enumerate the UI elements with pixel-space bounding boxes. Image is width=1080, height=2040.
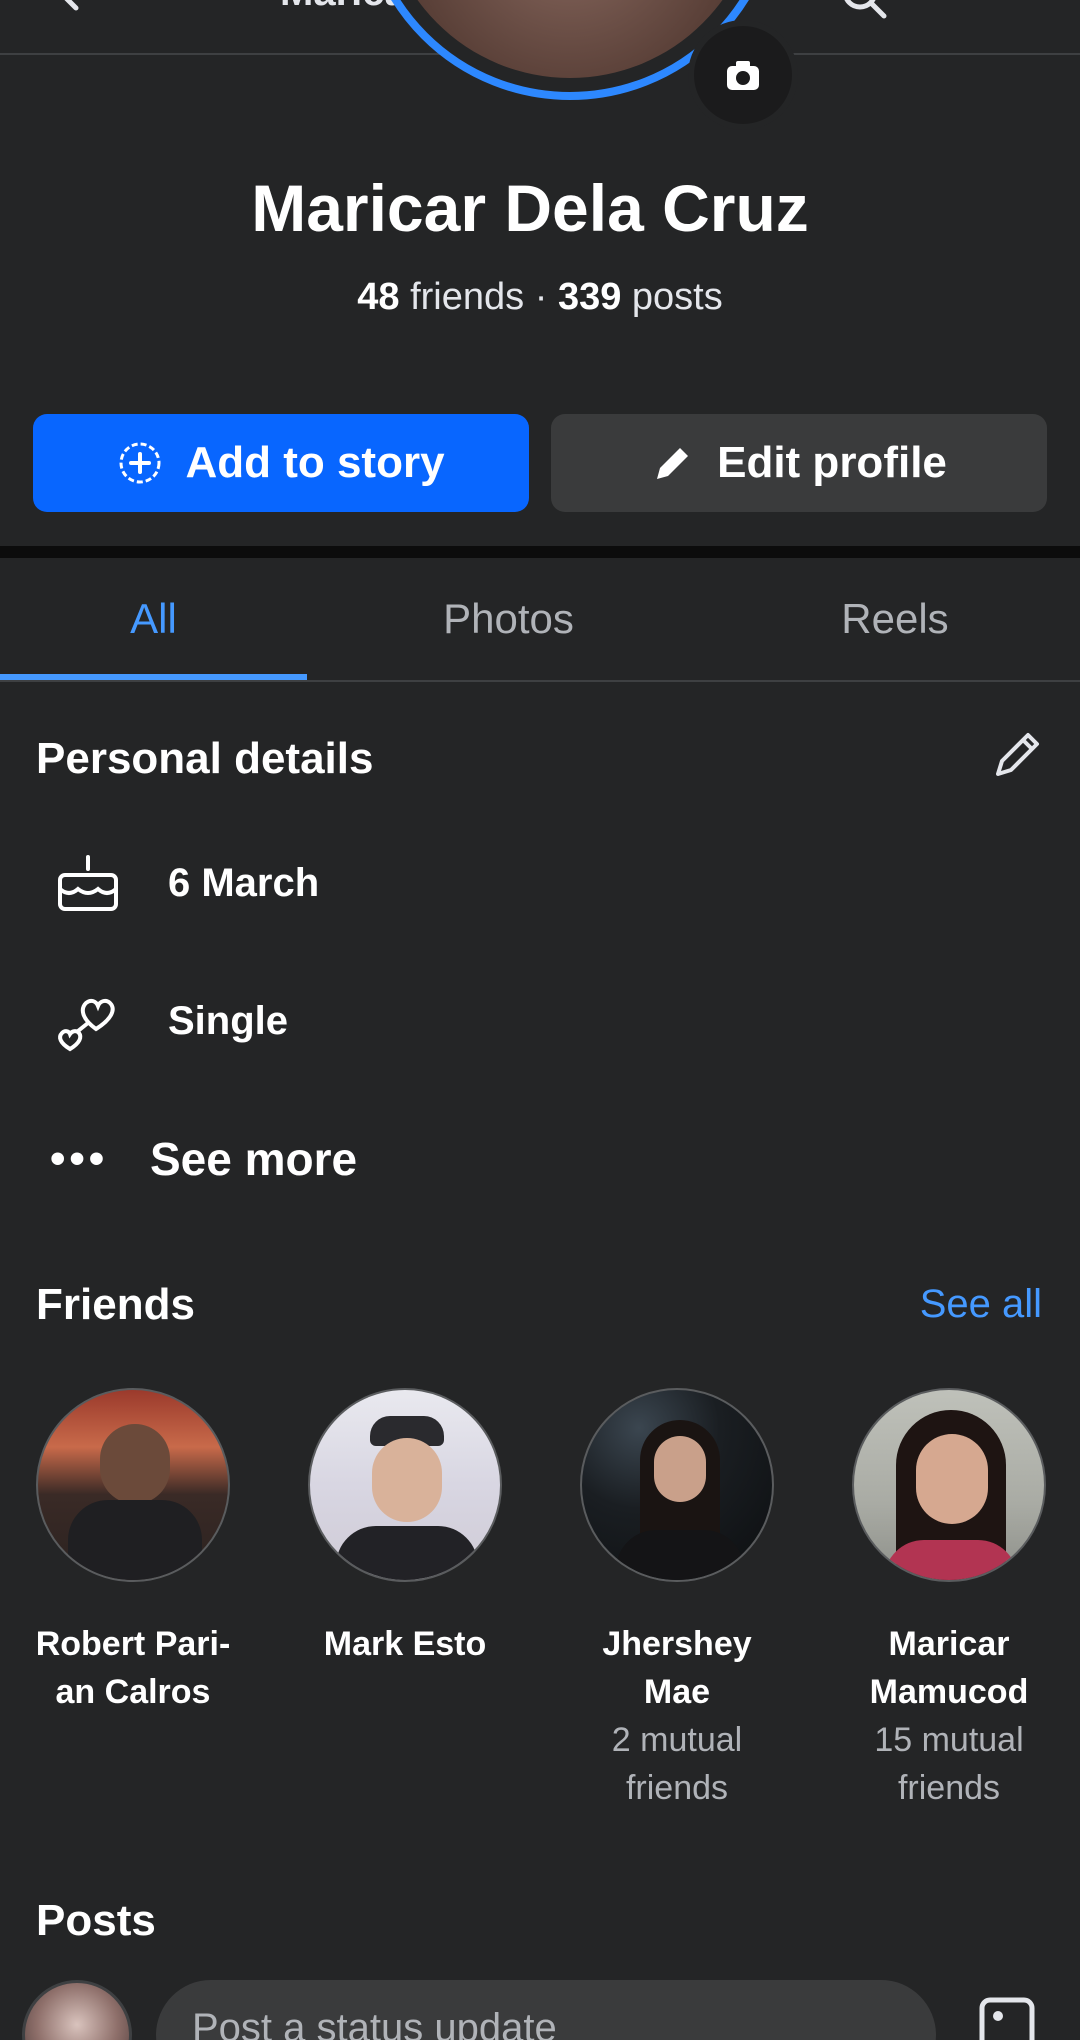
photo-icon[interactable] (978, 1996, 1036, 2040)
friend-avatar[interactable] (36, 1388, 230, 1582)
add-to-story-label: Add to story (185, 438, 445, 487)
back-arrow-icon[interactable] (50, 0, 90, 12)
active-tab-indicator (0, 674, 307, 680)
friend-avatar[interactable] (308, 1388, 502, 1582)
friend-name-line2: Mae (643, 1673, 711, 1711)
friends-count[interactable]: 48 (357, 276, 399, 318)
friends-title: Friends (36, 1280, 195, 1329)
user-avatar[interactable] (22, 1980, 132, 2040)
mutual-friends-count: 2 mutual friends (552, 1716, 802, 1812)
friend-name-line2: Mamucod (869, 1673, 1029, 1711)
profile-name: Maricar Dela Cruz (251, 171, 809, 245)
friend-avatar[interactable] (580, 1388, 774, 1582)
posts-count: 339 (557, 276, 622, 318)
see-more-label: See more (150, 1133, 358, 1185)
edit-details-pencil-icon[interactable] (990, 726, 1046, 782)
posts-title: Posts (36, 1896, 156, 1945)
see-all-friends-link[interactable]: See all (920, 1282, 1042, 1327)
stats-separator: · (534, 276, 548, 318)
status-placeholder: Post a status update (192, 2006, 557, 2040)
mutual-line2: friends (625, 1769, 729, 1807)
friend-avatar[interactable] (852, 1388, 1046, 1582)
tab-reels[interactable]: Reels (760, 558, 1030, 680)
friend-name-line1: Maricar (888, 1625, 1010, 1663)
section-divider (0, 546, 1080, 558)
pencil-icon (657, 448, 689, 479)
mutual-line2: friends (897, 1769, 1001, 1807)
tab-all[interactable]: All (0, 558, 307, 680)
change-photo-button[interactable] (688, 20, 798, 130)
birthday-text: 6 March (168, 860, 320, 905)
camera-icon (727, 61, 759, 90)
friend-name-line2: an Calros (55, 1673, 211, 1711)
friend-name-line1: Robert Pari- (35, 1625, 231, 1663)
relationship-hearts-icon (58, 998, 115, 1052)
friend-name[interactable]: Jhershey Mae (552, 1620, 802, 1716)
add-circle-icon (119, 442, 161, 484)
friend-name[interactable]: Mark Esto (280, 1620, 530, 1668)
edit-profile-label: Edit profile (717, 438, 947, 487)
friend-name-line1: Jhershey (602, 1625, 752, 1663)
birthday-cake-icon (58, 855, 118, 911)
friend-card[interactable]: Robert Pari- an Calros (8, 1388, 258, 1716)
friend-card[interactable]: Mark Esto (280, 1388, 530, 1668)
friend-name[interactable]: Robert Pari- an Calros (8, 1620, 258, 1716)
mutual-line1: 15 mutual (874, 1721, 1024, 1759)
add-to-story-button[interactable]: Add to story (33, 414, 529, 512)
post-composer: Post a status update (0, 1980, 1080, 2040)
profile-avatar[interactable] (360, 0, 798, 130)
friend-name-line1: Mark Esto (323, 1625, 487, 1663)
personal-details-title: Personal details (36, 734, 374, 783)
see-more-button[interactable]: ••• See more (0, 1114, 1080, 1204)
mutual-line1: 2 mutual (611, 1721, 743, 1759)
friend-name[interactable]: Maricar Mamucod (824, 1620, 1074, 1716)
profile-tabs: All Photos Reels (0, 558, 1080, 682)
friends-label[interactable]: friends (410, 276, 524, 318)
posts-label: posts (631, 276, 723, 318)
status-input[interactable]: Post a status update (156, 1980, 936, 2040)
friend-card[interactable]: Jhershey Mae 2 mutual friends (552, 1388, 802, 1812)
edit-profile-button[interactable]: Edit profile (551, 414, 1047, 512)
relationship-text: Single (168, 998, 289, 1043)
detail-birthday: 6 March (0, 838, 1080, 928)
friend-card[interactable]: Maricar Mamucod 15 mutual friends (824, 1388, 1074, 1812)
search-icon[interactable] (838, 0, 888, 20)
more-dots-icon: ••• (50, 1134, 109, 1183)
profile-stats: 48 friends · 339 posts (0, 276, 1080, 319)
detail-relationship: Single (0, 976, 1080, 1066)
tab-photos[interactable]: Photos (360, 558, 657, 680)
mutual-friends-count: 15 mutual friends (824, 1716, 1074, 1812)
